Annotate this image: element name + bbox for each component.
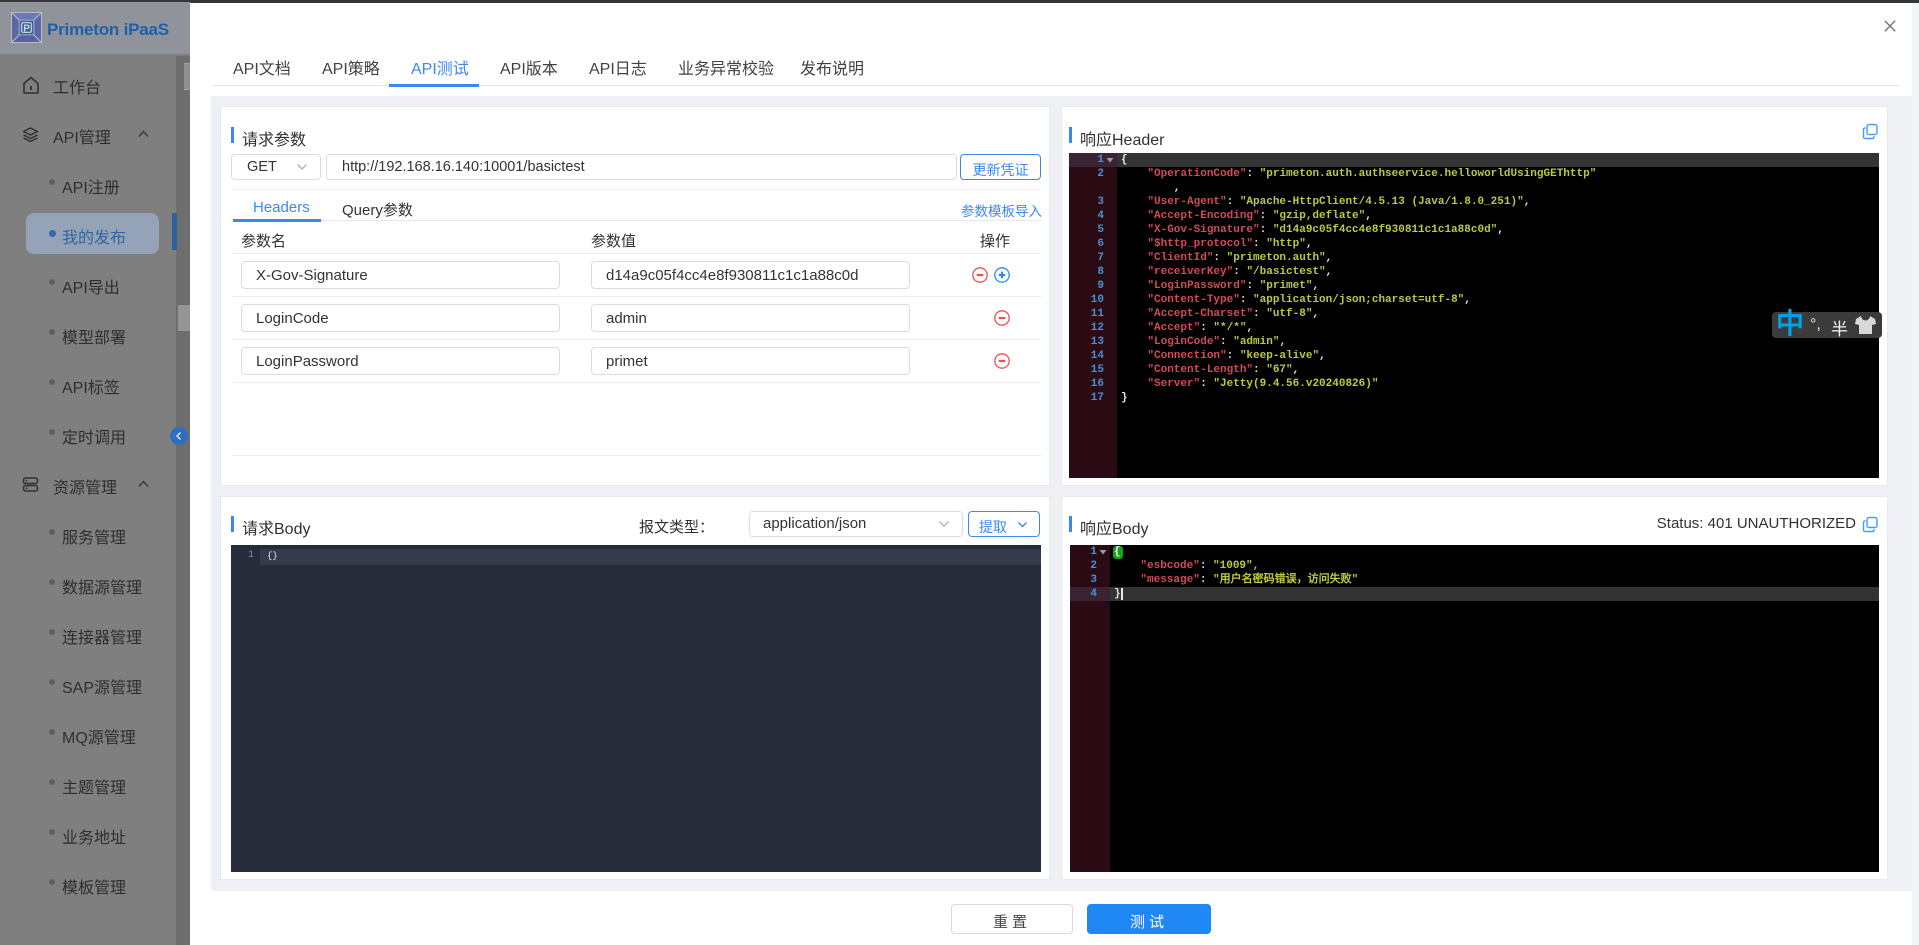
svg-text:P: P: [23, 23, 30, 34]
